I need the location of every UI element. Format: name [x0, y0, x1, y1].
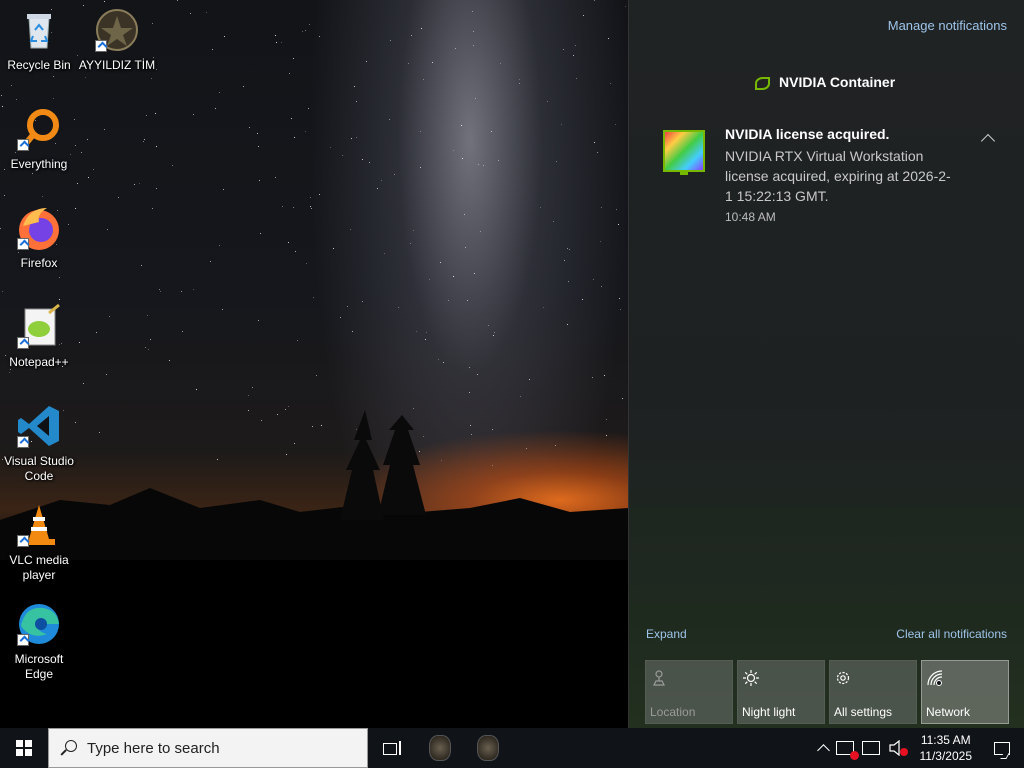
desktop-icon-edge[interactable]: Microsoft Edge	[0, 600, 78, 682]
notification-app-name: NVIDIA Container	[779, 74, 896, 90]
emblem-icon	[477, 735, 499, 761]
location-icon	[653, 670, 665, 686]
shortcut-arrow-icon	[17, 238, 29, 250]
recycle-bin-icon	[15, 6, 63, 54]
nvidia-logo-icon	[753, 75, 770, 90]
notification-title: NVIDIA license acquired.	[725, 126, 890, 142]
volume-muted-icon	[888, 740, 908, 756]
notification-app-header: NVIDIA Container	[753, 74, 895, 90]
task-view-button[interactable]	[368, 728, 416, 768]
desktop-icon-label: VLC media player	[9, 553, 69, 582]
quick-action-label: Network	[926, 705, 971, 719]
taskbar-search-box[interactable]: Type here to search	[48, 728, 368, 768]
desktop-icon-recycle-bin[interactable]: Recycle Bin	[0, 6, 78, 73]
windows-logo-icon	[16, 740, 32, 756]
shortcut-arrow-icon	[17, 139, 29, 151]
action-center-button[interactable]	[980, 728, 1024, 768]
desktop-icon-firefox[interactable]: Firefox	[0, 204, 78, 271]
manage-notifications-link[interactable]: Manage notifications	[888, 18, 1007, 33]
quick-action-location[interactable]: Location	[645, 660, 733, 724]
chevron-up-icon	[816, 744, 830, 757]
emblem-icon	[93, 6, 141, 54]
taskbar-app-emblem-1[interactable]	[416, 728, 464, 768]
desktop-icon-vlc[interactable]: VLC media player	[0, 501, 78, 583]
clock-date: 11/3/2025	[919, 749, 973, 763]
magnifier-icon	[15, 105, 63, 153]
task-view-icon	[383, 741, 401, 755]
desktop-icon-label: Recycle Bin	[7, 58, 71, 72]
notification-body: NVIDIA RTX Virtual Workstation license a…	[725, 148, 951, 204]
quick-action-label: All settings	[834, 705, 893, 719]
show-hidden-icons-button[interactable]	[815, 728, 832, 768]
system-tray: 11:35 AM 11/3/2025	[815, 728, 1024, 768]
desktop-icon-label: Everything	[10, 157, 68, 171]
expand-link[interactable]: Expand	[646, 627, 687, 641]
vscode-icon	[15, 402, 63, 450]
tray-security-status[interactable]	[832, 728, 859, 768]
search-icon	[61, 740, 77, 756]
network-monitor-icon	[861, 741, 880, 755]
notification-time: 10:48 AM	[725, 210, 776, 224]
desktop-icon-label: AYYILDIZ TİM	[78, 58, 156, 72]
desktop-icon-ayyildiz[interactable]: AYYILDIZ TİM	[78, 6, 156, 73]
desktop-icon-everything[interactable]: Everything	[0, 105, 78, 172]
quick-action-label: Location	[650, 705, 696, 719]
tray-network-status[interactable]	[858, 728, 884, 768]
quick-action-label: Night light	[742, 705, 796, 719]
clear-all-notifications-link[interactable]: Clear all notifications	[896, 627, 1007, 641]
notification-card[interactable]: NVIDIA license acquired. NVIDIA RTX Virt…	[663, 124, 1003, 234]
shortcut-arrow-icon	[17, 634, 29, 646]
vlc-cone-icon	[15, 501, 63, 549]
search-placeholder: Type here to search	[87, 739, 220, 757]
notification-bubble-icon	[994, 741, 1010, 755]
shortcut-arrow-icon	[17, 535, 29, 547]
desktop-icon-vscode[interactable]: Visual Studio Code	[0, 402, 78, 484]
network-icon	[927, 670, 943, 686]
taskbar-clock[interactable]: 11:35 AM 11/3/2025	[912, 728, 981, 768]
quick-action-network[interactable]: Network	[921, 660, 1009, 724]
start-button[interactable]	[0, 728, 48, 768]
clock-time: 11:35 AM	[920, 733, 971, 747]
quick-action-all-settings[interactable]: All settings	[829, 660, 917, 724]
emblem-icon	[429, 735, 451, 761]
taskbar: Type here to search 11:35 AM 11/3/2025	[0, 728, 1024, 768]
desktop-icon-notepadpp[interactable]: Notepad++	[0, 303, 78, 370]
shortcut-arrow-icon	[95, 40, 107, 52]
desktop-icon-label: Firefox	[20, 256, 58, 270]
desktop-icon-label: Notepad++	[9, 355, 69, 369]
taskbar-app-emblem-2[interactable]	[464, 728, 512, 768]
chevron-up-icon[interactable]	[980, 133, 996, 149]
mountain-silhouette	[0, 410, 628, 728]
nvidia-gpu-icon	[663, 130, 705, 175]
shortcut-arrow-icon	[17, 337, 29, 349]
shortcut-arrow-icon	[17, 436, 29, 448]
security-alert-icon	[835, 741, 859, 760]
tray-volume[interactable]	[884, 728, 912, 768]
firefox-icon	[15, 204, 63, 252]
quick-actions: Location Night light All settings Networ…	[645, 660, 1009, 724]
desktop-icon-label: Visual Studio Code	[4, 454, 74, 483]
sun-icon	[743, 670, 759, 686]
edge-icon	[15, 600, 63, 648]
notepad-plus-plus-icon	[15, 303, 63, 351]
gear-icon	[836, 671, 850, 685]
quick-action-night-light[interactable]: Night light	[737, 660, 825, 724]
desktop-icon-label: Microsoft Edge	[14, 652, 64, 681]
action-center-panel: Manage notifications NVIDIA Container NV…	[628, 0, 1024, 728]
